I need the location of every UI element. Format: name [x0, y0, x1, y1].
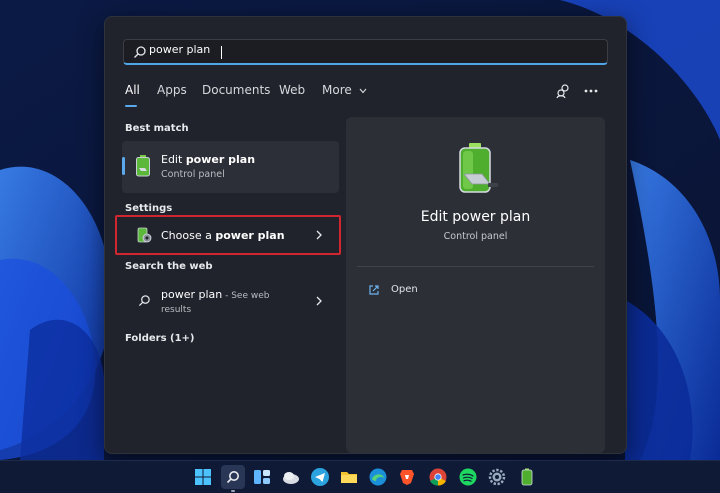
tab-all[interactable]: All: [125, 83, 140, 97]
chevron-right-icon: [316, 296, 322, 306]
battery-app-icon[interactable]: [517, 467, 537, 487]
chevron-down-icon: [359, 88, 366, 94]
more-options-icon[interactable]: [581, 81, 601, 101]
power-battery-icon: [459, 143, 498, 193]
section-folders[interactable]: Folders (1+): [125, 333, 195, 344]
open-action-label: Open: [391, 284, 418, 295]
preview-pane: Edit power plan Control panel Open: [346, 117, 605, 453]
web-search-result[interactable]: power plan - See web results: [122, 281, 339, 321]
tab-more[interactable]: More: [322, 83, 367, 97]
search-box[interactable]: [123, 39, 608, 65]
tab-web[interactable]: Web: [279, 83, 305, 97]
web-result-title: power plan - See web: [161, 288, 270, 301]
file-explorer-icon[interactable]: [339, 467, 359, 487]
tab-active-indicator: [125, 105, 137, 107]
telegram-icon[interactable]: [310, 467, 330, 487]
search-taskbar-button[interactable]: [221, 465, 245, 492]
taskbar: [0, 460, 720, 493]
preview-title: Edit power plan: [420, 209, 531, 225]
weather-app-icon[interactable]: [281, 467, 301, 487]
web-result-line2: results: [161, 305, 192, 315]
preview-subtitle: Control panel: [443, 231, 508, 242]
best-match-subtitle: Control panel: [161, 169, 225, 180]
spotify-icon[interactable]: [458, 467, 478, 487]
settings-icon[interactable]: [487, 467, 507, 487]
account-switch-icon[interactable]: [553, 81, 573, 101]
search-icon: [134, 46, 146, 58]
start-search-panel: All Apps Documents Web More Best match E…: [104, 16, 627, 454]
text-caret: [221, 46, 222, 59]
search-icon: [226, 471, 239, 484]
power-battery-icon: [136, 155, 150, 177]
section-search-web: Search the web: [125, 261, 213, 272]
tab-apps[interactable]: Apps: [157, 83, 187, 97]
selection-accent: [122, 157, 125, 175]
tab-more-label: More: [322, 83, 352, 97]
search-input[interactable]: [149, 43, 589, 56]
open-external-icon: [369, 285, 379, 295]
section-best-match: Best match: [125, 123, 189, 134]
edge-icon[interactable]: [368, 467, 388, 487]
highlight-annotation: [115, 215, 341, 255]
widgets-icon[interactable]: [252, 467, 272, 487]
chrome-icon[interactable]: [428, 467, 448, 487]
start-icon[interactable]: [193, 467, 213, 487]
divider: [357, 266, 594, 267]
best-match-result[interactable]: Edit power plan Control panel: [122, 141, 339, 193]
tab-documents[interactable]: Documents: [202, 83, 270, 97]
web-search-icon: [138, 295, 150, 307]
section-settings: Settings: [125, 203, 173, 214]
open-action[interactable]: Open: [357, 282, 477, 302]
best-match-title: Edit power plan: [161, 153, 256, 166]
brave-icon[interactable]: [397, 467, 417, 487]
